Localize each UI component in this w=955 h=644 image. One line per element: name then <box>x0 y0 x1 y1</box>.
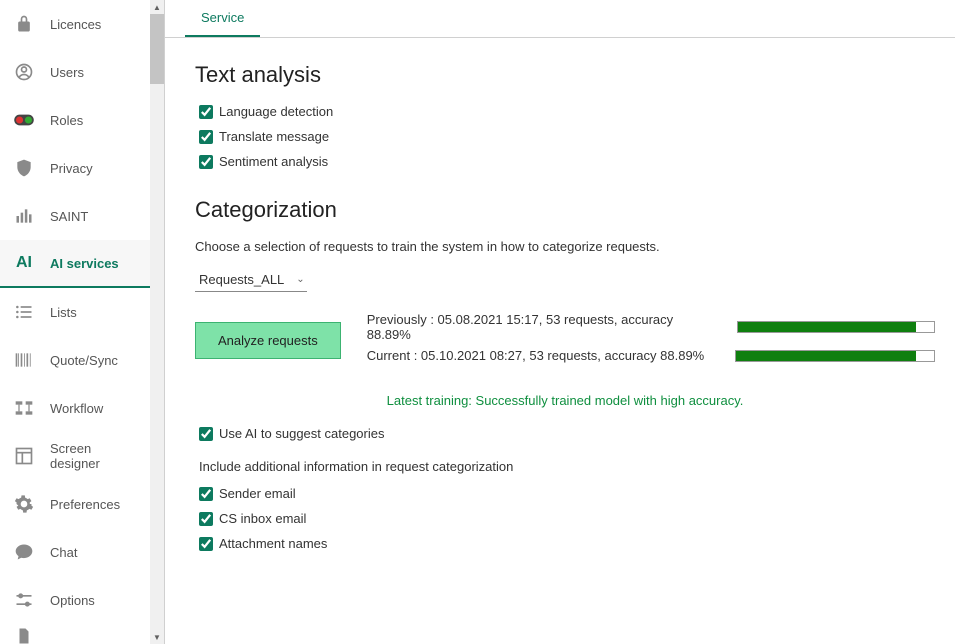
sidebar-item-label: Quote/Sync <box>50 353 118 368</box>
shield-icon <box>12 156 36 180</box>
scrollbar-thumb[interactable] <box>150 14 164 84</box>
sidebar-item-label: Roles <box>50 113 83 128</box>
layout-icon <box>12 444 36 468</box>
sidebar-item-chat[interactable]: Chat <box>0 528 150 576</box>
current-progress-bar <box>735 350 935 362</box>
checkbox-language-detection: Language detection <box>195 104 935 119</box>
current-training-text: Current : 05.10.2021 08:27, 53 requests,… <box>367 348 705 363</box>
progress-fill <box>736 351 916 361</box>
ai-icon: AI <box>12 251 36 275</box>
sidebar-item-label: Privacy <box>50 161 93 176</box>
sidebar-item-licences[interactable]: Licences <box>0 0 150 48</box>
sidebar-item-users[interactable]: Users <box>0 48 150 96</box>
analyze-requests-button[interactable]: Analyze requests <box>195 322 341 359</box>
checkbox-label: Attachment names <box>219 536 327 551</box>
checkbox-label: Sender email <box>219 486 296 501</box>
sidebar-scrollbar[interactable]: ▲ ▼ <box>150 0 164 644</box>
sidebar-item-screen-designer[interactable]: Screen designer <box>0 432 150 480</box>
checkbox-use-ai: Use AI to suggest categories <box>195 426 935 441</box>
sidebar-item-options[interactable]: Options <box>0 576 150 624</box>
use-ai-checkbox[interactable] <box>199 427 213 441</box>
requests-dropdown[interactable]: Requests_ALL ⌄ <box>195 268 307 292</box>
checkbox-label: CS inbox email <box>219 511 306 526</box>
scroll-up-icon[interactable]: ▲ <box>150 0 164 14</box>
sidebar-item-label: Preferences <box>50 497 120 512</box>
sidebar-item-label: Lists <box>50 305 77 320</box>
bars-icon <box>12 204 36 228</box>
checkbox-label: Translate message <box>219 129 329 144</box>
sidebar: Licences Users Roles Privacy SAINT <box>0 0 165 644</box>
sidebar-item-label: Licences <box>50 17 101 32</box>
training-status-message: Latest training: Successfully trained mo… <box>195 393 935 408</box>
sidebar-item-label: Workflow <box>50 401 103 416</box>
heading-categorization: Categorization <box>195 197 935 223</box>
language-detection-checkbox[interactable] <box>199 105 213 119</box>
tab-bar: Service <box>165 0 955 38</box>
previously-progress-bar <box>737 321 935 333</box>
previously-training-text: Previously : 05.08.2021 15:17, 53 reques… <box>367 312 717 342</box>
include-info-heading: Include additional information in reques… <box>195 459 935 474</box>
user-icon <box>12 60 36 84</box>
scroll-down-icon[interactable]: ▼ <box>150 630 164 644</box>
sidebar-item-workflow[interactable]: Workflow <box>0 384 150 432</box>
toggle-icon <box>12 108 36 132</box>
sidebar-item-preferences[interactable]: Preferences <box>0 480 150 528</box>
sidebar-item-label: Options <box>50 593 95 608</box>
sidebar-item-label: AI services <box>50 256 119 271</box>
document-icon <box>12 624 36 644</box>
checkbox-label: Language detection <box>219 104 333 119</box>
sidebar-item-label: Users <box>50 65 84 80</box>
lock-icon <box>12 12 36 36</box>
checkbox-attachment-names: Attachment names <box>195 536 935 551</box>
sidebar-item-saint[interactable]: SAINT <box>0 192 150 240</box>
checkbox-sentiment-analysis: Sentiment analysis <box>195 154 935 169</box>
sidebar-item-lists[interactable]: Lists <box>0 288 150 336</box>
sidebar-item-roles[interactable]: Roles <box>0 96 150 144</box>
translate-message-checkbox[interactable] <box>199 130 213 144</box>
sidebar-item-label: Chat <box>50 545 77 560</box>
attachment-names-checkbox[interactable] <box>199 537 213 551</box>
sidebar-item-quote-sync[interactable]: Quote/Sync <box>0 336 150 384</box>
main-panel: Service Text analysis Language detection… <box>165 0 955 644</box>
dropdown-selected: Requests_ALL <box>199 272 284 287</box>
sidebar-item-more[interactable] <box>0 624 150 644</box>
sentiment-analysis-checkbox[interactable] <box>199 155 213 169</box>
categorization-description: Choose a selection of requests to train … <box>195 239 935 254</box>
chat-icon <box>12 540 36 564</box>
progress-fill <box>738 322 916 332</box>
sidebar-item-label: Screen designer <box>50 441 138 471</box>
sidebar-item-ai-services[interactable]: AI AI services <box>0 240 150 288</box>
heading-text-analysis: Text analysis <box>195 62 935 88</box>
sliders-icon <box>12 588 36 612</box>
cs-inbox-email-checkbox[interactable] <box>199 512 213 526</box>
chevron-down-icon: ⌄ <box>296 274 304 285</box>
tab-service[interactable]: Service <box>185 0 260 37</box>
checkbox-sender-email: Sender email <box>195 486 935 501</box>
sidebar-item-label: SAINT <box>50 209 88 224</box>
list-icon <box>12 300 36 324</box>
checkbox-translate-message: Translate message <box>195 129 935 144</box>
checkbox-label: Sentiment analysis <box>219 154 328 169</box>
flow-icon <box>12 396 36 420</box>
checkbox-label: Use AI to suggest categories <box>219 426 384 441</box>
sender-email-checkbox[interactable] <box>199 487 213 501</box>
sidebar-item-privacy[interactable]: Privacy <box>0 144 150 192</box>
barcode-icon <box>12 348 36 372</box>
checkbox-cs-inbox-email: CS inbox email <box>195 511 935 526</box>
gear-icon <box>12 492 36 516</box>
